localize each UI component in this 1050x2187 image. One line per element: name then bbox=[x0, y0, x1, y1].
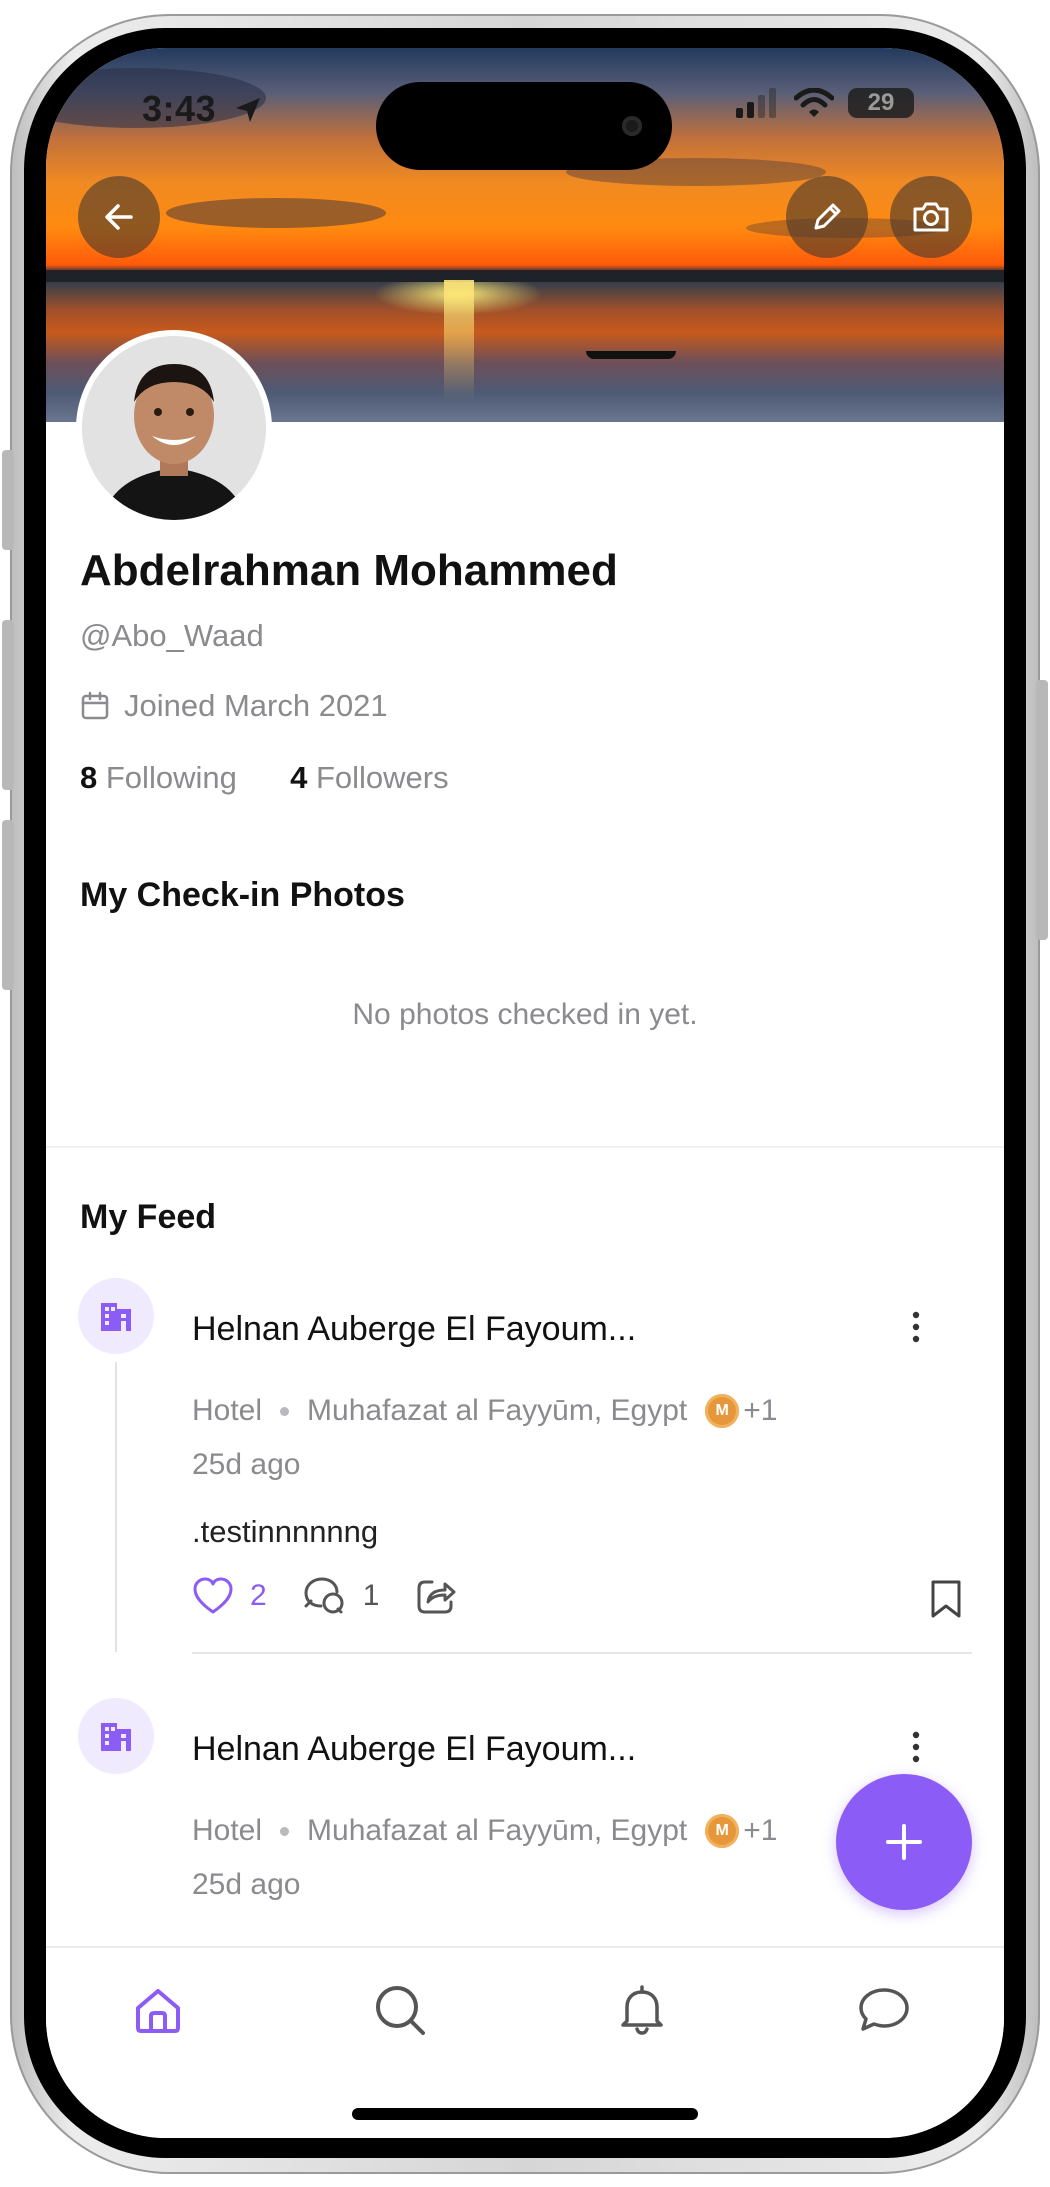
avatar[interactable] bbox=[76, 330, 272, 526]
status-icons: 29 bbox=[736, 88, 914, 118]
joined-date: Joined March 2021 bbox=[80, 688, 388, 724]
bell-icon bbox=[621, 1985, 663, 2035]
post-text: .testinnnnnng bbox=[192, 1514, 379, 1549]
location-arrow-icon bbox=[236, 98, 260, 122]
joined-text: Joined March 2021 bbox=[124, 688, 388, 723]
place-avatar bbox=[78, 1278, 154, 1354]
post-divider bbox=[192, 1652, 972, 1654]
follow-stats: 8 Following 4 Followers bbox=[80, 760, 449, 796]
post-meta: Hotel Muhafazat al Fayyūm, Egypt M +1 bbox=[192, 1814, 777, 1848]
followers-count: 4 bbox=[290, 760, 308, 795]
profile-name: Abdelrahman Mohammed bbox=[80, 546, 618, 595]
battery-indicator: 29 bbox=[848, 88, 914, 118]
post-location[interactable]: Muhafazat al Fayyūm, Egypt bbox=[307, 1394, 687, 1428]
comment-button[interactable]: 1 bbox=[303, 1576, 380, 1616]
post-meta: Hotel Muhafazat al Fayyūm, Egypt M +1 bbox=[192, 1394, 777, 1428]
checkin-section-title: My Check-in Photos bbox=[80, 876, 405, 914]
change-cover-button[interactable] bbox=[890, 176, 972, 258]
followers-label: Followers bbox=[315, 760, 449, 795]
dynamic-island bbox=[376, 82, 672, 170]
post-category: Hotel bbox=[192, 1814, 263, 1847]
more-vertical-icon[interactable] bbox=[912, 1730, 920, 1764]
home-icon bbox=[136, 1989, 180, 2033]
more-vertical-icon[interactable] bbox=[912, 1310, 920, 1344]
coin-badge-icon: M bbox=[705, 1394, 740, 1428]
tab-messages[interactable] bbox=[854, 1980, 914, 2040]
profile-handle: @Abo_Waad bbox=[80, 618, 264, 653]
back-arrow-icon bbox=[105, 204, 133, 230]
hotel-icon bbox=[101, 1723, 131, 1751]
feed-section-title: My Feed bbox=[80, 1198, 217, 1236]
tab-home[interactable] bbox=[128, 1980, 188, 2040]
coin-badge-icon: M bbox=[705, 1814, 740, 1848]
status-time: 3:43 bbox=[142, 88, 217, 129]
post-time: 25d ago bbox=[192, 1448, 301, 1481]
back-button[interactable] bbox=[78, 176, 160, 258]
post-title[interactable]: Helnan Auberge El Fayoum... bbox=[192, 1310, 636, 1349]
post-title[interactable]: Helnan Auberge El Fayoum... bbox=[192, 1730, 636, 1769]
checkin-empty-state: No photos checked in yet. bbox=[352, 998, 698, 1031]
post-actions: 2 1 bbox=[192, 1576, 493, 1616]
power-button bbox=[1036, 680, 1048, 940]
home-indicator bbox=[352, 2108, 698, 2120]
chat-icon bbox=[859, 1988, 909, 2031]
calendar-icon bbox=[81, 691, 109, 720]
wifi-icon bbox=[794, 88, 834, 117]
place-avatar bbox=[78, 1698, 154, 1774]
plus-icon bbox=[886, 1824, 922, 1860]
post-location[interactable]: Muhafazat al Fayyūm, Egypt bbox=[307, 1814, 687, 1848]
following-link[interactable]: 8 Following bbox=[80, 760, 237, 795]
following-label: Following bbox=[105, 760, 237, 795]
share-button[interactable] bbox=[415, 1576, 457, 1616]
like-count: 2 bbox=[250, 1579, 267, 1612]
post-category: Hotel bbox=[192, 1394, 263, 1427]
camera-icon bbox=[913, 202, 949, 232]
post-extra-count[interactable]: +1 bbox=[743, 1394, 777, 1428]
thread-line bbox=[115, 1362, 117, 1652]
comment-icon bbox=[304, 1577, 344, 1614]
pencil-icon bbox=[814, 203, 841, 230]
app-screen: 3:43 29 Abdelrahman Mohammed @Abo_Waad J… bbox=[46, 48, 1004, 2138]
action-button bbox=[2, 450, 14, 550]
like-button[interactable]: 2 bbox=[192, 1576, 267, 1616]
post-extra-count[interactable]: +1 bbox=[743, 1814, 777, 1848]
following-count: 8 bbox=[80, 760, 98, 795]
heart-icon bbox=[193, 1577, 233, 1614]
section-divider bbox=[46, 1146, 1004, 1148]
share-icon bbox=[417, 1580, 456, 1614]
create-post-button[interactable] bbox=[836, 1774, 972, 1910]
tab-notifications[interactable] bbox=[612, 1980, 672, 2040]
followers-link[interactable]: 4 Followers bbox=[290, 760, 449, 795]
hotel-icon bbox=[101, 1303, 131, 1331]
post-time: 25d ago bbox=[192, 1868, 301, 1901]
comment-count: 1 bbox=[362, 1579, 380, 1612]
edit-profile-button[interactable] bbox=[786, 176, 868, 258]
volume-up-button bbox=[2, 620, 14, 790]
avatar-photo bbox=[82, 336, 266, 520]
volume-down-button bbox=[2, 820, 14, 990]
tab-search[interactable] bbox=[370, 1980, 430, 2040]
signal-icon bbox=[736, 88, 776, 118]
bookmark-icon[interactable] bbox=[928, 1578, 964, 1620]
search-icon bbox=[376, 1986, 425, 2035]
